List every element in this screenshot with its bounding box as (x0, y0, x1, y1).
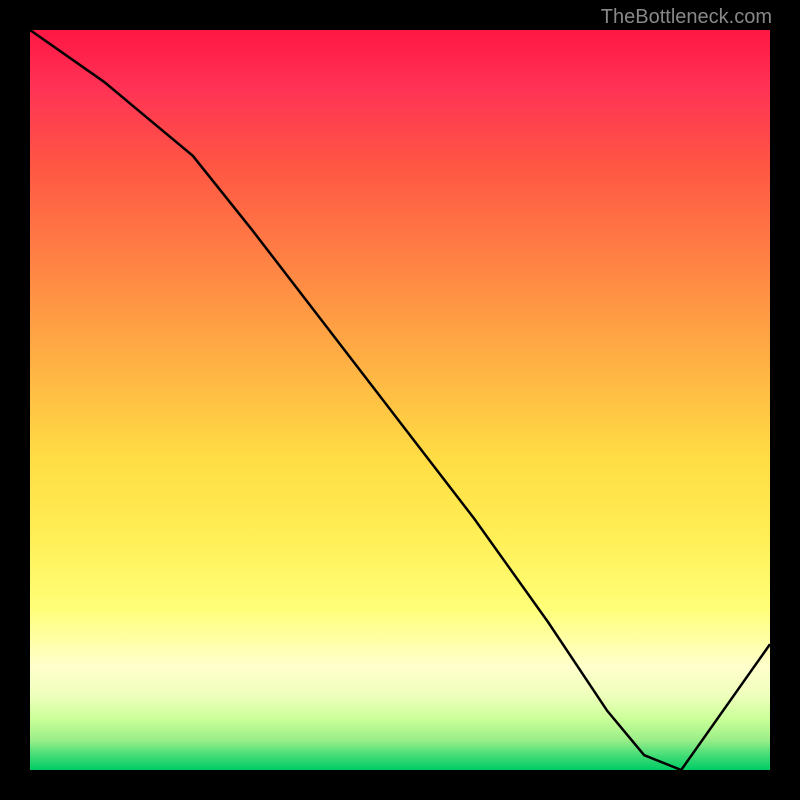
bottleneck-curve (30, 30, 770, 770)
watermark-text: TheBottleneck.com (601, 6, 772, 29)
plot-area (30, 30, 770, 770)
